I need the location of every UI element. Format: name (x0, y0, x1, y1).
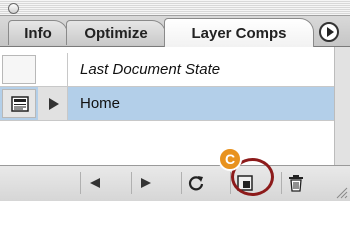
vertical-scrollbar[interactable] (334, 47, 350, 165)
expand-toggle[interactable] (38, 87, 68, 120)
tab-layer-comps[interactable]: Layer Comps (164, 18, 314, 47)
list-item-selected[interactable]: Home (0, 87, 335, 121)
layer-comps-palette: Info Optimize Layer Comps Last Document … (0, 0, 350, 201)
palette-title-bar[interactable] (0, 0, 350, 16)
list-item-label: Last Document State (80, 61, 221, 78)
update-icon (188, 176, 203, 191)
layer-comp-icon-slot[interactable] (2, 89, 36, 118)
layer-comp-icon-slot[interactable] (2, 55, 36, 84)
close-icon[interactable] (8, 3, 19, 14)
delete-comp-button[interactable] (281, 172, 309, 194)
triangle-right-icon (49, 98, 59, 110)
palette-button-bar (0, 165, 350, 201)
palette-menu-icon (327, 27, 334, 37)
callout-badge: C (218, 147, 242, 171)
tab-optimize[interactable]: Optimize (66, 20, 166, 45)
resize-grip-icon[interactable] (334, 185, 348, 199)
previous-comp-button[interactable] (80, 172, 108, 194)
layer-comps-list: Last Document State Home (0, 47, 350, 165)
list-item[interactable]: Last Document State (0, 53, 335, 87)
next-icon (140, 178, 151, 188)
tab-bar: Info Optimize Layer Comps (0, 16, 350, 47)
next-comp-button[interactable] (131, 172, 159, 194)
layer-comp-document-icon (11, 96, 29, 112)
previous-icon (89, 178, 100, 188)
expand-slot (38, 53, 68, 86)
trash-icon (288, 175, 303, 192)
list-item-label: Home (80, 95, 121, 112)
palette-menu-button[interactable] (319, 22, 339, 42)
tab-info[interactable]: Info (8, 20, 68, 45)
update-comp-button[interactable] (181, 172, 209, 194)
